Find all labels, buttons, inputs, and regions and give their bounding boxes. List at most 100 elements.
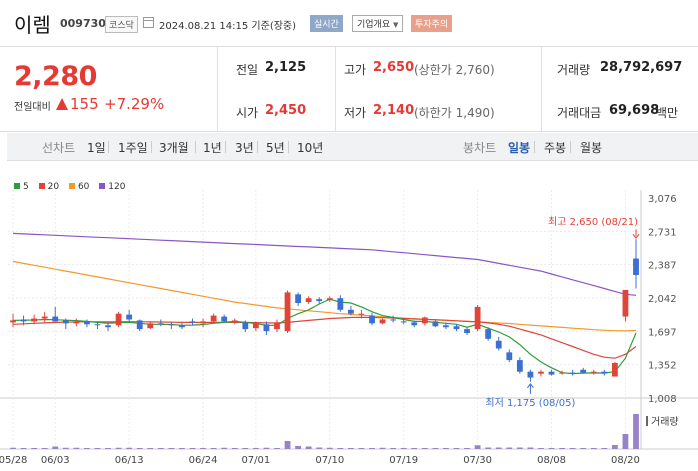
low-annotation: 최저 1,175 (08/05) [485,397,575,409]
candle-body [179,325,185,328]
low-value: 2,140 [373,103,415,118]
tab-daily[interactable]: 일봉 [508,139,530,156]
change-value: 155 [70,95,99,113]
price-chart[interactable]: 3,076 2,731 2,387 2,042 1,697 1,352 1,008 05/28… [0,190,698,471]
volume-bar [231,448,238,449]
volume-bar [400,448,407,449]
volume-bar [295,446,302,449]
candle-body [443,325,449,328]
volume-bar [73,447,80,449]
candle-body [580,369,587,373]
tab-5y[interactable]: 5년 [266,139,285,156]
volume-bar [580,448,587,449]
candle-body [601,371,608,374]
tab-3m[interactable]: 3개월 [159,139,189,156]
tab-3y[interactable]: 3년 [235,139,254,156]
candle-body [31,318,38,322]
candle-body [94,324,101,326]
candle-body [453,326,460,330]
divider [335,47,336,131]
volume-bar [633,414,639,449]
volume-bar [52,446,59,449]
candle-body [136,320,143,330]
candle-body [84,321,90,325]
candle-body [538,371,544,374]
candle-body [252,323,259,329]
tab-1y[interactable]: 1년 [203,139,222,156]
prev-close-label: 전일 [236,63,259,77]
candle-body [432,321,439,327]
candle-body [358,313,365,315]
line-chart-label: 선차트 [42,141,76,155]
volume-bar [200,448,206,449]
volume-bar [20,448,27,449]
volume-bar [326,447,333,449]
price-summary: 2,280 전일대비 155 +7.29% 전일 2,125 시가 2,450 … [0,46,698,132]
stock-header: 이렘 009730 코스닥 2024.08.21 14:15 기준(장중) 실시… [0,0,698,46]
high-label: 고가 [344,63,367,77]
y-tick-label: 2,387 [648,261,677,272]
volume-bar [506,447,513,449]
volume-bar [443,448,449,449]
stock-code: 009730 [60,17,106,30]
volume-bar [527,447,534,449]
candle-body [168,324,175,326]
tab-separator [257,141,258,153]
change-label: 전일대비 [14,102,51,113]
legend-swatch [99,183,106,189]
candle-body [590,371,597,373]
candle-body [221,316,228,322]
volume-bar [432,448,439,449]
tab-10y[interactable]: 10년 [297,139,323,156]
chart-period-tabs: 선차트 1일 1주일 3개월 1년 3년 5년 10년 봉차트 일봉 주봉 월봉 [7,133,698,161]
tab-1w[interactable]: 1주일 [118,139,148,156]
company-overview-dropdown[interactable]: 기업개요 ▼ [352,15,404,32]
y-tick-label: 1,008 [648,394,677,405]
volume-bar [421,448,428,449]
volume-label: 거래량 [651,416,679,428]
candle-chart-label: 봉차트 [463,141,497,155]
volume-bar [305,446,312,449]
legend-swatch [38,183,45,189]
candle-body [200,321,206,324]
current-price: 2,280 [14,61,97,92]
tab-monthly[interactable]: 월봉 [580,139,602,156]
candle-body [474,306,481,330]
candle-body [73,321,80,324]
company-overview-label: 기업개요 [357,20,391,30]
current-price-panel: 2,280 전일대비 155 +7.29% [0,47,218,131]
candle-body [263,324,270,332]
prev-close-value: 2,125 [265,60,307,75]
candle-body [379,319,386,324]
y-tick-label: 1,352 [648,361,677,372]
amount-value: 69,698 [609,103,660,118]
candle-body [326,298,333,301]
tab-weekly[interactable]: 주봉 [544,139,566,156]
tab-1d[interactable]: 1일 [87,139,106,156]
candle-body [316,299,323,302]
volume-bar [284,441,291,449]
volume-bar [168,448,175,449]
volume-bar [136,448,143,449]
volume-value: 28,792,697 [600,60,683,75]
volume-bar [274,448,280,449]
volume-bar [516,447,523,449]
stock-name: 이렘 [14,13,51,37]
amount-unit: 백만 [656,106,679,120]
x-tick-label: 07/19 [389,455,418,466]
tab-separator [225,141,226,153]
market-badge: 코스닥 [105,16,138,33]
y-tick-label: 2,731 [648,227,677,238]
realtime-button[interactable]: 실시간 [310,15,343,32]
x-tick-label: 06/13 [115,455,144,466]
candle-body [305,298,312,303]
candle-body [506,352,513,361]
volume-bar [464,448,470,449]
candle-body [411,322,418,326]
x-tick-label: 07/01 [241,455,270,466]
high-value: 2,650 [373,60,415,75]
volume-bar [379,447,386,449]
volume-bar [252,448,259,449]
volume-bar [611,445,618,449]
lower-limit: (하한가 1,490) [414,106,495,120]
